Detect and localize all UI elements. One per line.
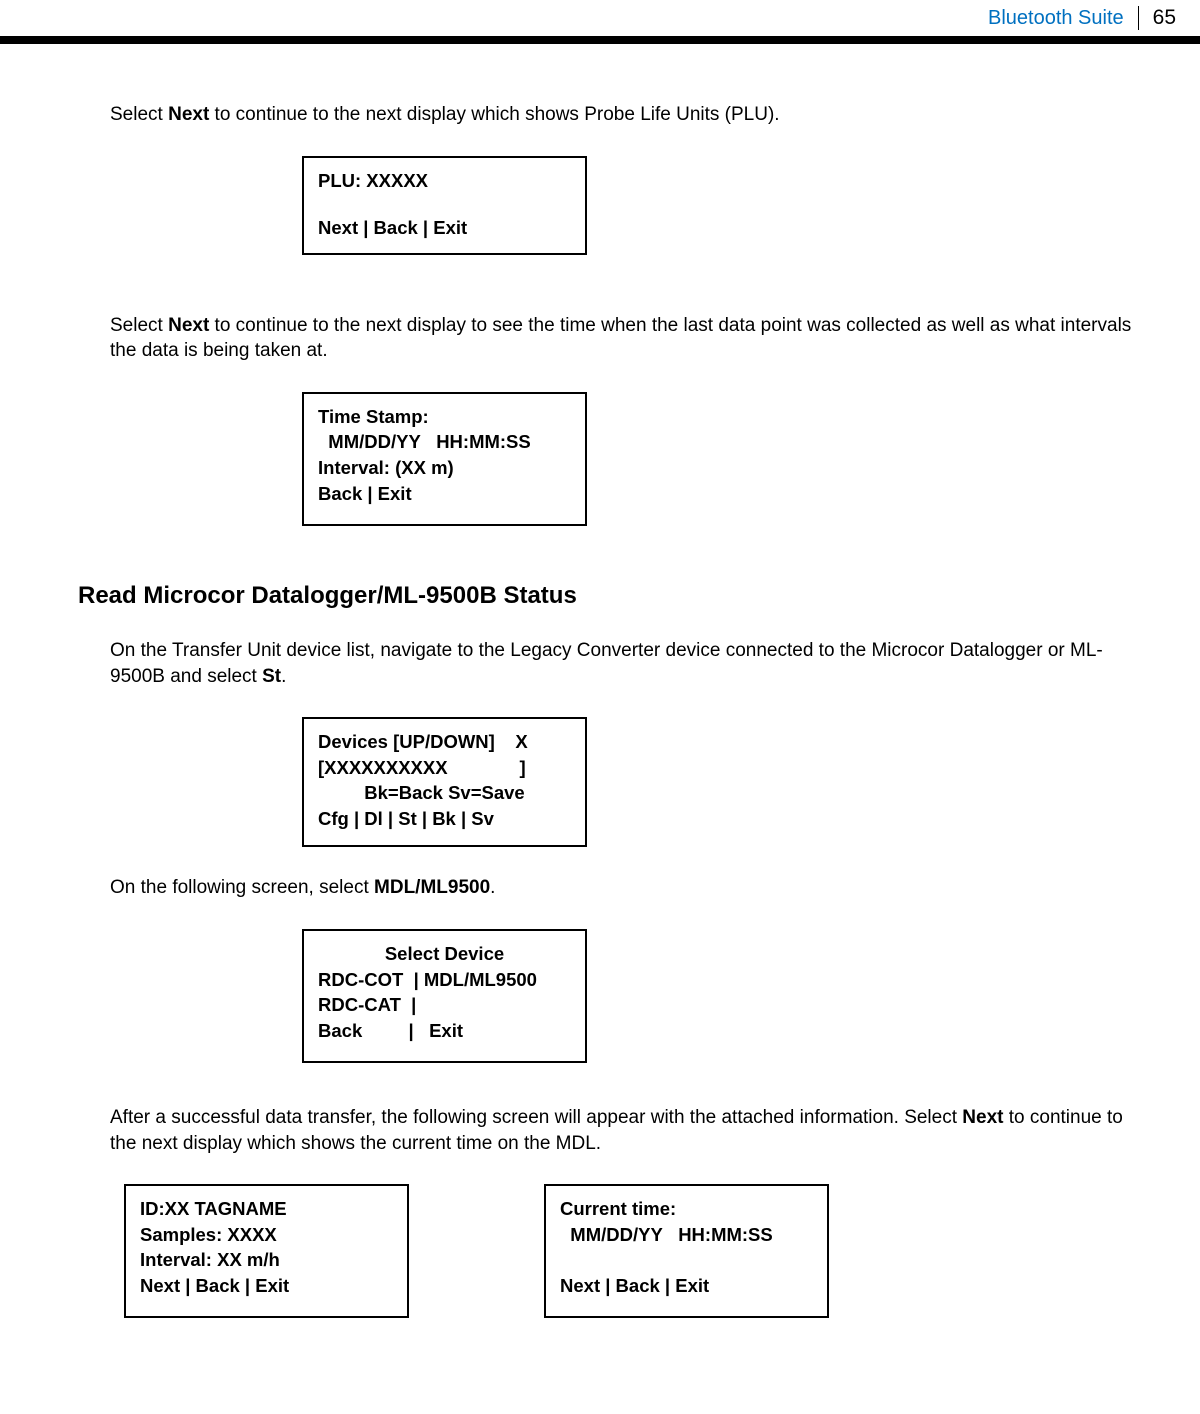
- screen-line: RDC-COT | MDL/ML9500: [318, 967, 571, 993]
- bold-text: Next: [168, 315, 209, 336]
- bold-text: St: [262, 666, 281, 687]
- screen-timestamp: Time Stamp: MM/DD/YY HH:MM:SS Interval: …: [302, 392, 587, 526]
- screen-plu: PLU: XXXXX Next | Back | Exit: [302, 156, 587, 255]
- screen-line: [XXXXXXXXXX ]: [318, 755, 571, 781]
- text: Select: [110, 104, 168, 125]
- screen-line: Time Stamp:: [318, 404, 571, 430]
- paragraph-select-mdl: On the following screen, select MDL/ML95…: [110, 875, 1140, 901]
- header-rule: [0, 36, 1200, 44]
- page-header: Bluetooth Suite 65: [0, 0, 1200, 36]
- text: .: [281, 666, 286, 687]
- header-divider: [1138, 6, 1139, 30]
- screen-line: Bk=Back Sv=Save: [318, 780, 571, 806]
- screen-line: ID:XX TAGNAME: [140, 1196, 393, 1222]
- bold-text: Next: [962, 1107, 1003, 1128]
- header-title: Bluetooth Suite: [988, 7, 1124, 30]
- screen-line: Next | Back | Exit: [140, 1273, 393, 1299]
- screen-line: MM/DD/YY HH:MM:SS: [560, 1222, 813, 1248]
- text: Select: [110, 315, 168, 336]
- screen-line: MM/DD/YY HH:MM:SS: [318, 429, 571, 455]
- paragraph-transfer-unit: On the Transfer Unit device list, naviga…: [110, 638, 1140, 689]
- text: to continue to the next display which sh…: [209, 104, 779, 125]
- page-number: 65: [1153, 6, 1176, 30]
- text: .: [490, 877, 495, 898]
- screen-line: Next | Back | Exit: [560, 1273, 813, 1299]
- text: After a successful data transfer, the fo…: [110, 1107, 962, 1128]
- screen-line: Current time:: [560, 1196, 813, 1222]
- section-heading: Read Microcor Datalogger/ML-9500B Status: [60, 582, 1140, 610]
- screen-line: Devices [UP/DOWN] X: [318, 729, 571, 755]
- screen-line: Back | Exit: [318, 1018, 571, 1044]
- text: On the following screen, select: [110, 877, 374, 898]
- screen-line: Select Device: [318, 941, 571, 967]
- paragraph-after-transfer: After a successful data transfer, the fo…: [110, 1105, 1140, 1156]
- screen-line: Interval: (XX m): [318, 455, 571, 481]
- screen-current-time: Current time: MM/DD/YY HH:MM:SS Next | B…: [544, 1184, 829, 1318]
- screen-line: Samples: XXXX: [140, 1222, 393, 1248]
- bold-text: Next: [168, 104, 209, 125]
- screen-line: Cfg | Dl | St | Bk | Sv: [318, 806, 571, 832]
- screen-id-samples: ID:XX TAGNAME Samples: XXXX Interval: XX…: [124, 1184, 409, 1318]
- paragraph-plu-intro: Select Next to continue to the next disp…: [110, 102, 1140, 128]
- screen-line: Back | Exit: [318, 481, 571, 507]
- screen-line: PLU: XXXXX: [318, 168, 571, 194]
- paragraph-timestamp-intro: Select Next to continue to the next disp…: [110, 313, 1140, 364]
- bold-text: MDL/ML9500: [374, 877, 490, 898]
- text: to continue to the next display to see t…: [110, 315, 1131, 362]
- screen-line: [560, 1247, 813, 1273]
- screen-devices: Devices [UP/DOWN] X [XXXXXXXXXX ] Bk=Bac…: [302, 717, 587, 847]
- screen-line: Interval: XX m/h: [140, 1247, 393, 1273]
- text: On the Transfer Unit device list, naviga…: [110, 640, 1103, 687]
- screen-line: Next | Back | Exit: [318, 215, 571, 241]
- screen-line: RDC-CAT |: [318, 992, 571, 1018]
- screen-select-device: Select Device RDC-COT | MDL/ML9500 RDC-C…: [302, 929, 587, 1063]
